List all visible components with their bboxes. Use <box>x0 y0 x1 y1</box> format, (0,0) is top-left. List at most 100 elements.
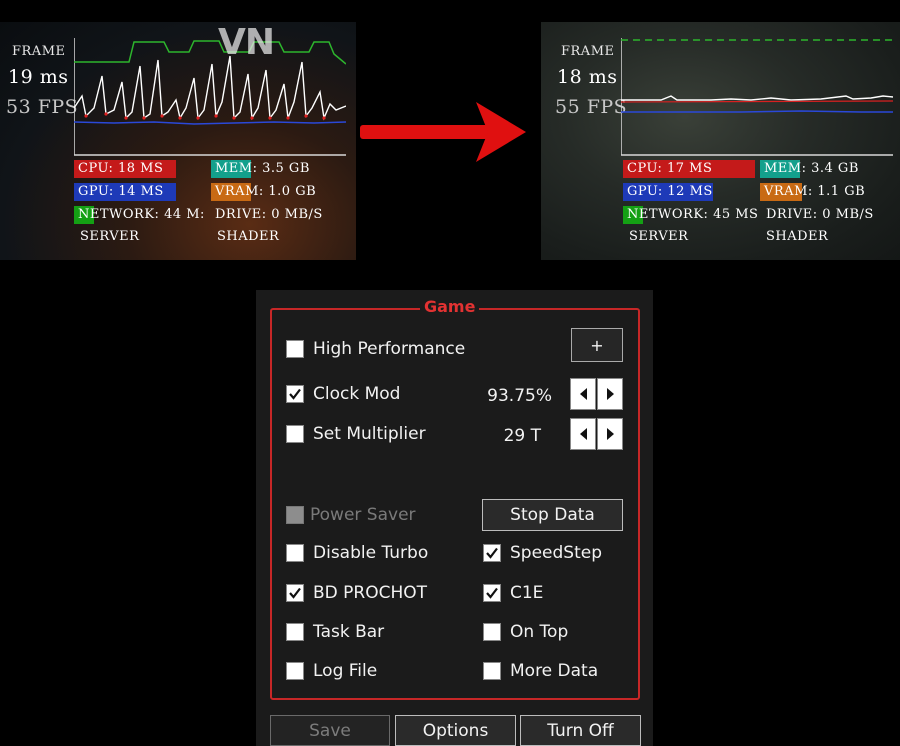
drive-stat: Drive: 0 MB/S <box>762 206 874 224</box>
task-bar-checkbox[interactable]: Task Bar <box>286 620 384 644</box>
frame-time: 18 ms <box>557 66 618 88</box>
mem-stat-label: MEM: 3.5 GB <box>215 161 310 176</box>
set-multiplier-value: 29 T <box>503 426 541 446</box>
frame-time-graph <box>74 38 346 156</box>
checkbox-box[interactable] <box>286 584 304 602</box>
arrow-right-icon <box>606 388 614 400</box>
shader-stat-label: Shader <box>766 229 829 244</box>
frame-time: 19 ms <box>8 66 69 88</box>
on-top-checkbox[interactable]: On Top <box>483 620 568 644</box>
gpu-stat: GPU: 12 ms <box>623 183 733 201</box>
bd-prochot-checkbox[interactable]: BD PROCHOT <box>286 581 427 605</box>
arrow-right-icon <box>606 428 614 440</box>
multiplier-stepper[interactable] <box>570 418 623 450</box>
log-file-checkbox[interactable]: Log File <box>286 659 377 683</box>
set-multiplier-checkbox[interactable]: Set Multiplier <box>286 422 426 446</box>
disable-turbo-label: Disable Turbo <box>313 543 429 563</box>
frame-label: Frame <box>561 44 615 59</box>
vram-stat: VRAM: 1.0 GB <box>211 183 321 201</box>
watermark-logo: VN <box>218 22 275 63</box>
vram-stat-label: VRAM: 1.0 GB <box>215 184 317 199</box>
set-multiplier-label: Set Multiplier <box>313 424 426 444</box>
checkbox-box[interactable] <box>286 662 304 680</box>
drive-stat: Drive: 0 MB/S <box>211 206 323 224</box>
check-mark-icon <box>486 547 498 559</box>
speedstep-checkbox[interactable]: SpeedStep <box>483 541 602 565</box>
task-bar-label: Task Bar <box>313 622 385 642</box>
gpu-stat-label: GPU: 14 ms <box>78 184 164 199</box>
drive-stat-label: Drive: 0 MB/S <box>215 207 323 222</box>
options-button[interactable]: Options <box>395 715 516 746</box>
save-button[interactable]: Save <box>270 715 390 746</box>
more-data-label: More Data <box>510 661 599 681</box>
high-performance-label: High Performance <box>313 339 466 359</box>
clock-mod-value: 93.75% <box>487 386 552 406</box>
checkbox-box[interactable] <box>483 623 501 641</box>
shader-stat: Shader <box>213 228 279 246</box>
c1e-checkbox[interactable]: C1E <box>483 581 543 605</box>
server-stat: Server <box>625 228 688 246</box>
more-data-checkbox[interactable]: More Data <box>483 659 598 683</box>
on-top-label: On Top <box>510 622 569 642</box>
checkbox-box[interactable] <box>286 385 304 403</box>
shader-stat-label: Shader <box>217 229 280 244</box>
arrow-left-icon <box>579 388 587 400</box>
mem-stat: MEM: 3.5 GB <box>211 160 321 178</box>
log-file-label: Log File <box>313 661 378 681</box>
cpu-stat-label: CPU: 18 ms <box>78 161 164 176</box>
gpu-stat: GPU: 14 ms <box>74 183 184 201</box>
server-stat-label: Server <box>629 229 689 244</box>
drive-stat-label: Drive: 0 MB/S <box>766 207 874 222</box>
plus-button[interactable]: + <box>571 328 623 362</box>
cpu-stat: CPU: 17 ms <box>623 160 755 178</box>
vram-stat-label: VRAM: 1.1 GB <box>764 184 866 199</box>
network-stat: Network: 45 ms <box>623 206 759 224</box>
power-saver-checkbox[interactable]: Power Saver <box>286 503 416 527</box>
mem-stat: MEM: 3.4 GB <box>760 160 870 178</box>
increase-button[interactable] <box>597 378 623 410</box>
check-mark-icon <box>486 587 498 599</box>
stop-data-button[interactable]: Stop Data <box>482 499 623 531</box>
bd-prochot-label: BD PROCHOT <box>313 583 428 603</box>
c1e-label: C1E <box>510 583 544 603</box>
checkbox-box[interactable] <box>483 544 501 562</box>
checkbox-box[interactable] <box>286 340 304 358</box>
check-mark-icon <box>289 587 301 599</box>
turn-off-button[interactable]: Turn Off <box>520 715 641 746</box>
network-stat-label: Network: 44 m: <box>78 207 205 222</box>
server-stat-label: Server <box>80 229 140 244</box>
checkbox-box[interactable] <box>286 506 304 524</box>
throttlestop-window: Game High Performance + Clock Mod 93.75%… <box>256 290 653 746</box>
shader-stat: Shader <box>762 228 828 246</box>
network-stat-label: Network: 45 ms <box>627 207 759 222</box>
decrease-button[interactable] <box>570 418 596 450</box>
clock-mod-label: Clock Mod <box>313 384 401 404</box>
clock-mod-checkbox[interactable]: Clock Mod <box>286 382 400 406</box>
checkbox-box[interactable] <box>483 584 501 602</box>
checkbox-box[interactable] <box>483 662 501 680</box>
increase-button[interactable] <box>597 418 623 450</box>
power-saver-label: Power Saver <box>310 505 416 525</box>
right-arrow-icon <box>360 102 526 162</box>
group-title: Game <box>420 298 480 316</box>
overlay-after-panel: Frame 18 ms 55 FPS CPU: 17 ms GPU: 12 ms… <box>541 22 900 260</box>
fps-readout: 53 FPS <box>6 96 79 118</box>
vram-stat: VRAM: 1.1 GB <box>760 183 870 201</box>
cpu-stat: CPU: 18 ms <box>74 160 184 178</box>
high-performance-checkbox[interactable]: High Performance <box>286 337 465 361</box>
checkbox-box[interactable] <box>286 623 304 641</box>
frame-time-graph <box>621 38 893 156</box>
arrow-left-icon <box>579 428 587 440</box>
frame-label: Frame <box>12 44 66 59</box>
decrease-button[interactable] <box>570 378 596 410</box>
disable-turbo-checkbox[interactable]: Disable Turbo <box>286 541 428 565</box>
cpu-stat-label: CPU: 17 ms <box>627 161 713 176</box>
gpu-stat-label: GPU: 12 ms <box>627 184 713 199</box>
checkbox-box[interactable] <box>286 544 304 562</box>
overlay-before-panel: Frame 19 ms 53 FPS CPU: 18 ms GPU: 14 ms… <box>0 22 356 260</box>
network-stat: Network: 44 m: <box>74 206 210 224</box>
mem-stat-label: MEM: 3.4 GB <box>764 161 859 176</box>
check-mark-icon <box>289 388 301 400</box>
checkbox-box[interactable] <box>286 425 304 443</box>
clock-mod-stepper[interactable] <box>570 378 623 410</box>
